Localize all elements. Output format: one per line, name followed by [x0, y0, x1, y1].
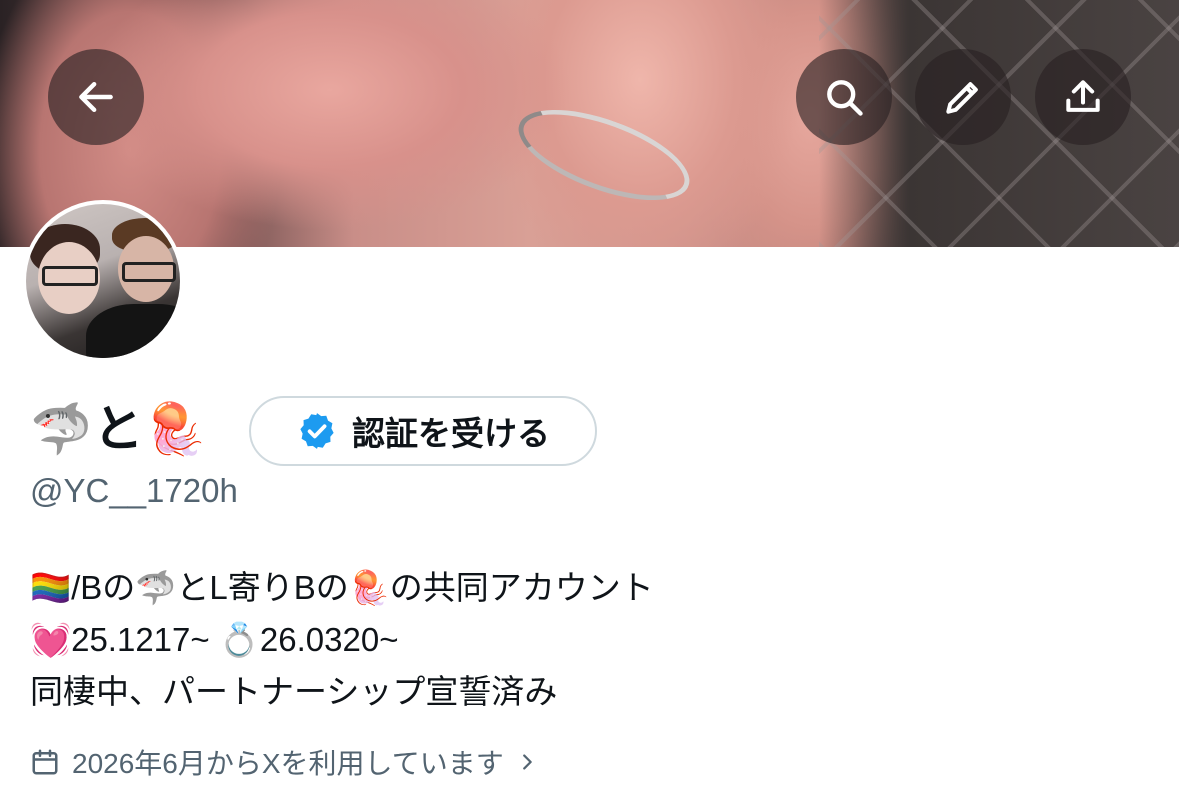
bio-line: 同棲中、パートナーシップ宣誓済み [30, 673, 558, 710]
joined-date-text: 2026年6月からXを利用しています [72, 748, 504, 779]
get-verified-label: 認証を受ける [352, 415, 550, 452]
profile-page: 🦈と🪼 認証を受ける @YC__1720h 🏳️‍🌈/Bの🦈とL寄りBの🪼の共同… [0, 0, 1179, 803]
edit-button[interactable] [915, 49, 1011, 145]
display-name: 🦈と🪼 [30, 401, 208, 457]
verified-badge-icon [300, 413, 334, 449]
joined-date-row[interactable]: 2026年6月からXを利用しています [30, 740, 538, 784]
chevron-right-icon [522, 754, 532, 770]
avatar[interactable] [22, 200, 184, 362]
get-verified-button[interactable]: 認証を受ける [249, 396, 597, 466]
avatar-photo [26, 204, 180, 358]
bio: 🏳️‍🌈/Bの🦈とL寄りBの🪼の共同アカウント 💓25.1217~ 💍26.03… [30, 562, 654, 718]
bio-line: 🏳️‍🌈/Bの🦈とL寄りBの🪼の共同アカウント [30, 569, 654, 606]
banner-ring [507, 91, 701, 219]
pencil-icon [946, 82, 978, 114]
back-button[interactable] [48, 49, 144, 145]
calendar-icon [32, 749, 58, 775]
display-name-row: 🦈と🪼 [30, 388, 208, 462]
bio-line: 💓25.1217~ 💍26.0320~ [30, 621, 399, 658]
arrow-left-icon [79, 81, 113, 113]
search-button[interactable] [796, 49, 892, 145]
user-handle: @YC__1720h [30, 472, 238, 509]
search-icon [827, 80, 863, 116]
share-button[interactable] [1035, 49, 1131, 145]
share-upload-icon [1066, 80, 1100, 112]
